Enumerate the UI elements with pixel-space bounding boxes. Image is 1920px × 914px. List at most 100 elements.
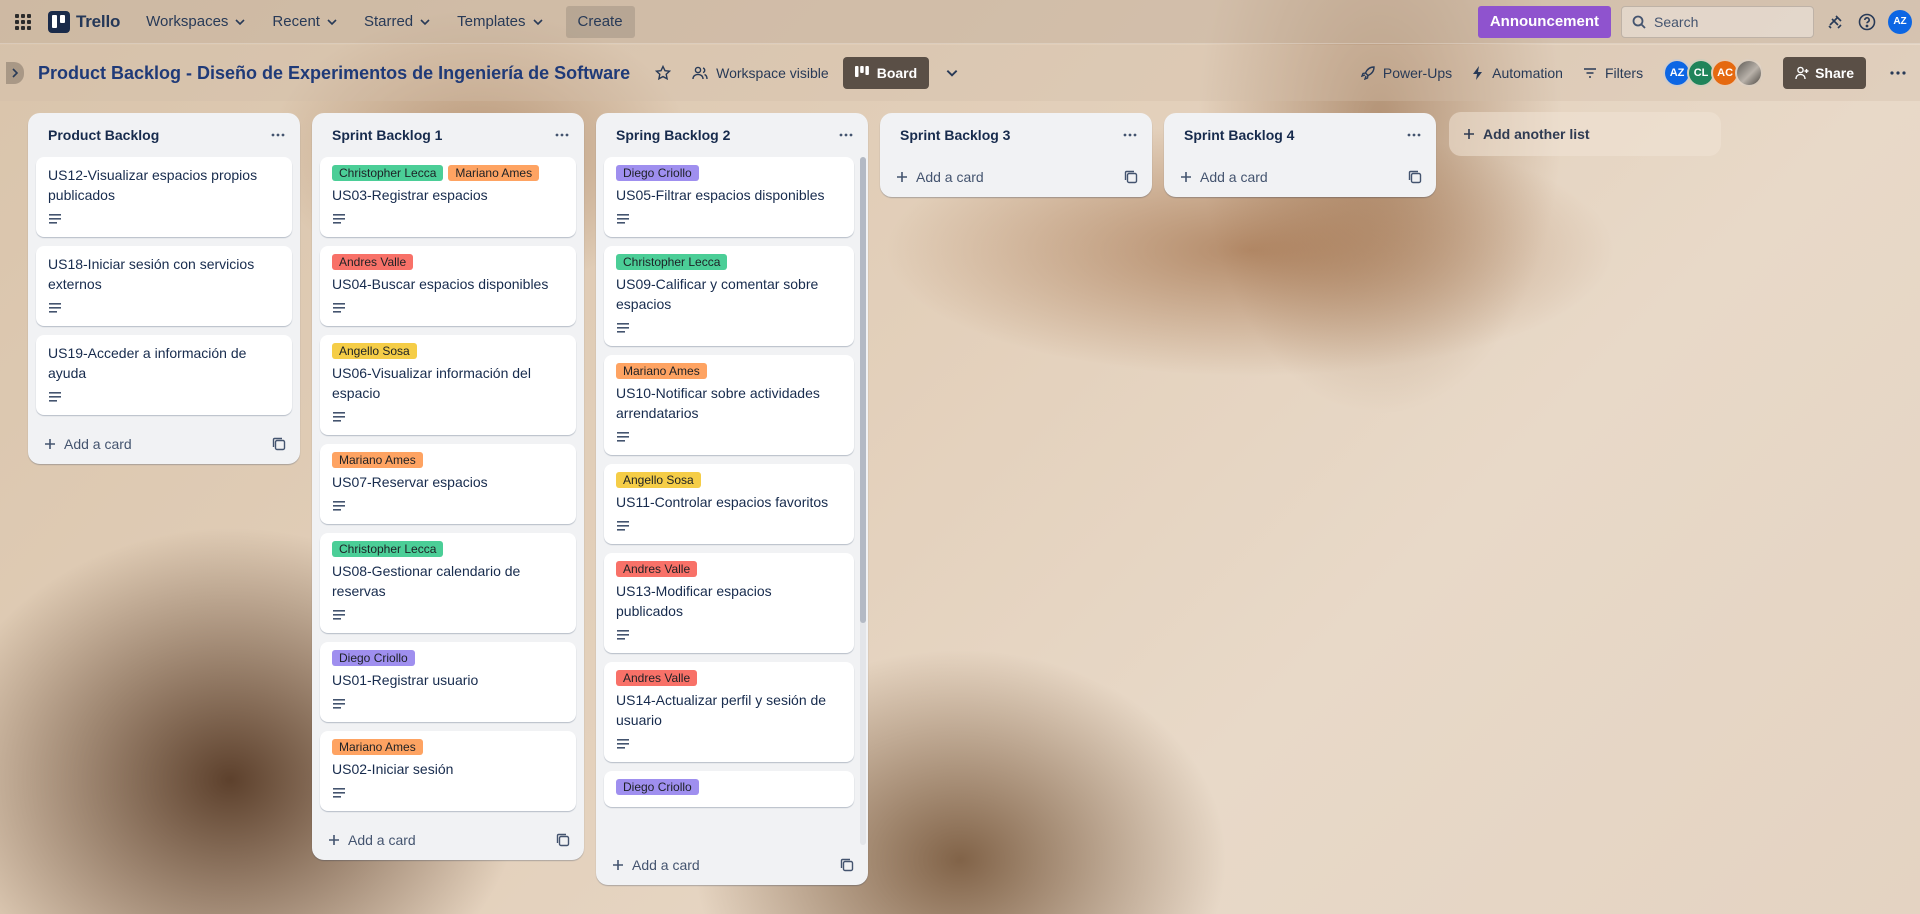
view-switcher-chevron-icon[interactable] — [941, 62, 963, 84]
top-header: Trello Workspaces Recent Starred Templat… — [0, 0, 1920, 44]
chevron-down-icon — [532, 18, 543, 25]
card[interactable]: Diego Criollo US01-Registrar usuario — [320, 642, 576, 722]
board-title[interactable]: Product Backlog - Diseño de Experimentos… — [38, 63, 630, 84]
chevron-down-icon — [420, 18, 430, 25]
star-icon[interactable] — [652, 62, 674, 84]
nav-recent[interactable]: Recent — [272, 13, 338, 30]
nav-workspaces[interactable]: Workspaces — [146, 13, 246, 30]
card-template-icon[interactable] — [268, 433, 290, 455]
plus-icon — [329, 835, 339, 845]
list-title[interactable]: Product Backlog — [48, 127, 159, 143]
list-product-backlog: Product Backlog US12-Visualizar espacios… — [28, 113, 300, 464]
card[interactable]: Mariano Ames US02-Iniciar sesión — [320, 731, 576, 811]
card-title: US06-Visualizar información del espacio — [332, 365, 531, 401]
card[interactable]: Mariano Ames US10-Notificar sobre activi… — [604, 355, 854, 455]
notifications-icon[interactable] — [1824, 11, 1846, 33]
card[interactable]: Christopher Lecca US08-Gestionar calenda… — [320, 533, 576, 633]
add-card-label: Add a card — [1200, 169, 1268, 185]
plus-icon — [1181, 172, 1191, 182]
visibility-button[interactable]: Workspace visible — [692, 65, 829, 81]
list-menu-icon[interactable] — [1402, 123, 1426, 147]
card-label: Diego Criollo — [616, 165, 699, 181]
list-title[interactable]: Sprint Backlog 3 — [900, 127, 1010, 143]
card[interactable]: Andres Valle US04-Buscar espacios dispon… — [320, 246, 576, 326]
list-menu-icon[interactable] — [550, 123, 574, 147]
power-ups-button[interactable]: Power-Ups — [1360, 65, 1452, 81]
card-template-icon[interactable] — [552, 829, 574, 851]
card[interactable]: US19-Acceder a información de ayuda — [36, 335, 292, 415]
add-list-label: Add another list — [1483, 126, 1590, 142]
card-template-icon[interactable] — [1404, 166, 1426, 188]
filters-button[interactable]: Filters — [1583, 65, 1643, 81]
user-avatar[interactable]: AZ — [1888, 9, 1912, 34]
nav-label: Templates — [457, 13, 526, 30]
card-title: US05-Filtrar espacios disponibles — [616, 187, 825, 203]
app-name: Trello — [76, 11, 121, 31]
help-icon[interactable] — [1856, 11, 1878, 33]
member-avatar-photo[interactable] — [1735, 59, 1764, 87]
card-template-icon[interactable] — [1120, 166, 1142, 188]
nav-templates[interactable]: Templates — [457, 13, 543, 30]
card-title: US03-Registrar espacios — [332, 187, 488, 203]
card[interactable]: Christopher Lecca Mariano Ames US03-Regi… — [320, 157, 576, 237]
description-icon — [616, 213, 842, 229]
add-card-button[interactable]: Add a card — [324, 832, 416, 848]
card[interactable]: Diego Criollo — [604, 771, 854, 807]
trello-logo[interactable]: Trello — [48, 10, 121, 33]
card-title: US11-Controlar espacios favoritos — [616, 494, 829, 510]
description-icon — [48, 213, 280, 229]
announcement-button[interactable]: Announcement — [1477, 5, 1611, 38]
add-list-button[interactable]: Add another list — [1449, 112, 1721, 156]
card[interactable]: Mariano Ames US07-Reservar espacios — [320, 444, 576, 524]
list-menu-icon[interactable] — [1118, 123, 1142, 147]
board-view-button[interactable]: Board — [842, 57, 930, 89]
search-box[interactable] — [1621, 5, 1814, 38]
share-button[interactable]: Share — [1783, 57, 1866, 89]
card[interactable]: Andres Valle US13-Modificar espacios pub… — [604, 553, 854, 653]
card-label: Diego Criollo — [332, 650, 415, 666]
nav-label: Recent — [272, 13, 320, 30]
scrollbar-thumb[interactable] — [860, 157, 866, 623]
create-button[interactable]: Create — [565, 5, 635, 38]
card[interactable]: Christopher Lecca US09-Calificar y comen… — [604, 246, 854, 346]
list-title[interactable]: Sprint Backlog 1 — [332, 127, 442, 143]
description-icon — [616, 431, 842, 447]
description-icon — [616, 520, 842, 536]
card-label: Christopher Lecca — [332, 165, 444, 181]
card[interactable]: US12-Visualizar espacios propios publica… — [36, 157, 292, 237]
sidebar-expand-button[interactable] — [6, 62, 24, 84]
card-label: Mariano Ames — [332, 739, 423, 755]
add-card-button[interactable]: Add a card — [40, 436, 132, 452]
card[interactable]: Angello Sosa US06-Visualizar información… — [320, 335, 576, 435]
add-card-button[interactable]: Add a card — [1176, 169, 1268, 185]
add-card-button[interactable]: Add a card — [892, 169, 984, 185]
list-title[interactable]: Spring Backlog 2 — [616, 127, 730, 143]
list-menu-icon[interactable] — [834, 123, 858, 147]
list-title[interactable]: Sprint Backlog 4 — [1184, 127, 1294, 143]
nav-label: Workspaces — [146, 13, 229, 30]
card[interactable]: Angello Sosa US11-Controlar espacios fav… — [604, 464, 854, 544]
card-template-icon[interactable] — [836, 854, 858, 876]
card-scroll-area[interactable]: Diego Criollo US05-Filtrar espacios disp… — [596, 157, 868, 845]
list-spring-backlog-2: Spring Backlog 2 Diego Criollo US05-Filt… — [596, 113, 868, 885]
list-menu-icon[interactable] — [266, 123, 290, 147]
card[interactable]: Andres Valle US14-Actualizar perfil y se… — [604, 662, 854, 762]
add-card-button[interactable]: Add a card — [608, 857, 700, 873]
card-title: US08-Gestionar calendario de reservas — [332, 563, 521, 599]
description-icon — [332, 698, 564, 714]
visibility-label: Workspace visible — [716, 65, 829, 81]
card-title: US12-Visualizar espacios propios publica… — [48, 167, 258, 203]
add-card-label: Add a card — [64, 436, 132, 452]
app-switcher-icon[interactable] — [12, 11, 34, 33]
share-label: Share — [1815, 65, 1854, 81]
nav-starred[interactable]: Starred — [364, 13, 431, 30]
card-title: US13-Modificar espacios publicados — [616, 583, 772, 619]
search-input[interactable] — [1654, 13, 1794, 30]
card[interactable]: US18-Iniciar sesión con servicios extern… — [36, 246, 292, 326]
list-scrollbar[interactable] — [860, 157, 866, 845]
automation-button[interactable]: Automation — [1472, 65, 1563, 81]
board-members[interactable]: AZ CL AC — [1663, 59, 1764, 87]
card-title: US04-Buscar espacios disponibles — [332, 276, 549, 292]
card[interactable]: Diego Criollo US05-Filtrar espacios disp… — [604, 157, 854, 237]
more-options-icon[interactable] — [1886, 61, 1910, 85]
